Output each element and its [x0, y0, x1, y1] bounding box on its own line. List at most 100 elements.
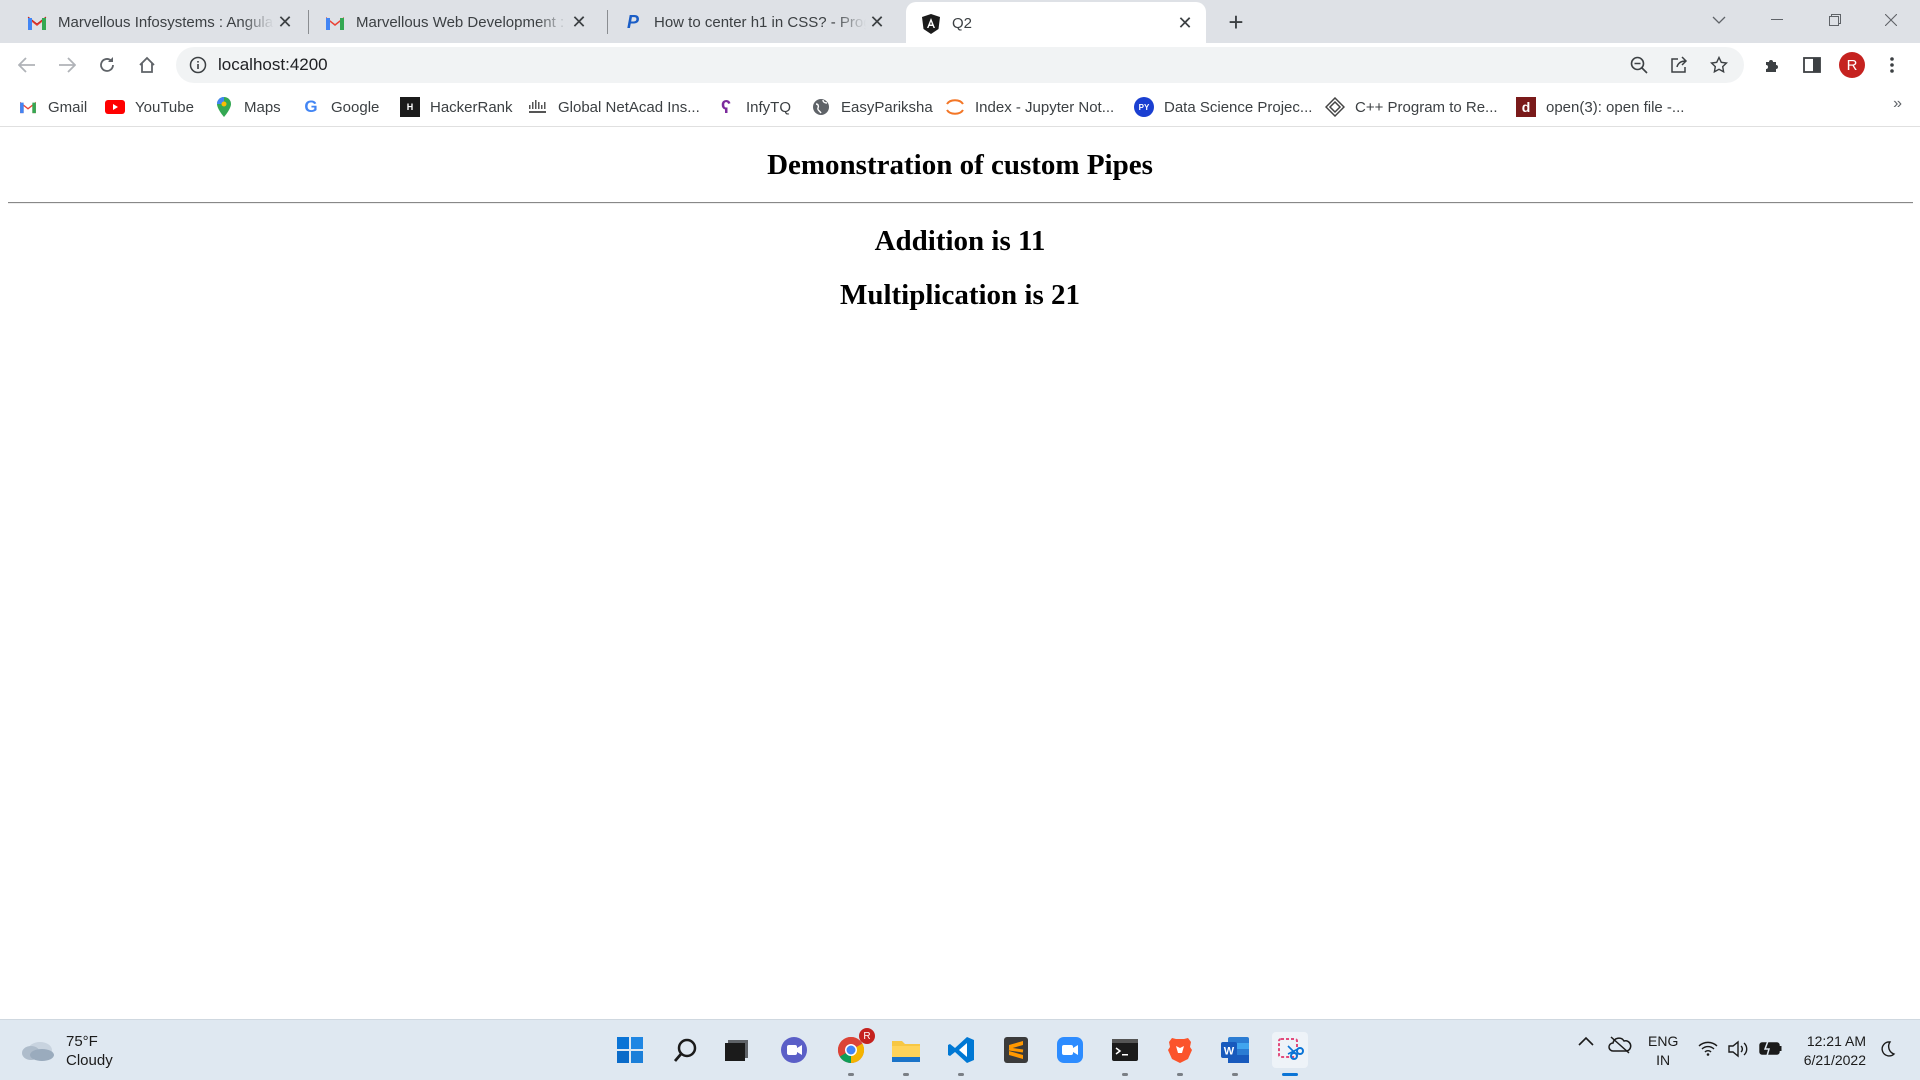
url-text[interactable]: localhost:4200 [218, 55, 328, 75]
side-panel-icon[interactable] [1796, 49, 1828, 81]
chrome-profile-badge: R [859, 1028, 875, 1044]
maps-icon [214, 97, 234, 117]
close-icon[interactable]: ✕ [1174, 13, 1196, 35]
brave-icon[interactable] [1162, 1032, 1198, 1076]
bookmark-jupyter[interactable]: Index - Jupyter Not... [945, 95, 1114, 119]
bookmark-easypariksha[interactable]: EasyPariksha [811, 95, 933, 119]
teams-chat-icon[interactable] [776, 1032, 812, 1068]
bookmark-label: Maps [244, 98, 281, 116]
bookmark-gmail[interactable]: Gmail [18, 95, 87, 119]
running-indicator [848, 1073, 854, 1076]
bookmark-hackerrank[interactable]: H HackerRank [400, 95, 513, 119]
bookmark-infytq[interactable]: ʕ InfyTQ [716, 95, 791, 119]
reload-button[interactable] [91, 49, 123, 81]
tab-center-h1[interactable]: P How to center h1 in CSS? - Progr ✕ [596, 2, 898, 43]
svg-text:W: W [1224, 1046, 1235, 1058]
bookmark-label: Gmail [48, 98, 88, 116]
back-button[interactable] [11, 49, 43, 81]
menu-icon[interactable] [1876, 49, 1908, 81]
weather-widget[interactable]: 75°F Cloudy [20, 1032, 113, 1070]
python-projects-icon: PY [1134, 97, 1154, 117]
close-icon[interactable]: ✕ [866, 12, 888, 34]
running-indicator [958, 1073, 964, 1076]
more-bookmarks-icon[interactable]: » [1893, 95, 1902, 113]
address-bar[interactable]: localhost:4200 [176, 47, 1744, 83]
volume-icon[interactable] [1728, 1040, 1750, 1058]
restore-button[interactable] [1806, 0, 1864, 40]
share-icon[interactable] [1668, 54, 1690, 76]
running-indicator [1122, 1073, 1128, 1076]
terminal-icon[interactable] [1107, 1032, 1143, 1076]
taskbar: 75°F Cloudy R W ENG IN 12:21 AM 6/21/202… [0, 1019, 1920, 1080]
extensions-icon[interactable] [1756, 49, 1788, 81]
file-explorer-icon[interactable] [888, 1032, 924, 1076]
bookmark-cpp-program[interactable]: C++ Program to Re... [1325, 95, 1498, 119]
new-tab-button[interactable]: + [1222, 7, 1250, 37]
avatar[interactable]: R [1839, 52, 1865, 78]
start-button[interactable] [612, 1032, 648, 1068]
browser-toolbar: localhost:4200 R [0, 43, 1920, 86]
running-indicator [1177, 1073, 1183, 1076]
bookmark-star-icon[interactable] [1708, 54, 1730, 76]
vscode-icon[interactable] [943, 1032, 979, 1076]
search-icon[interactable] [668, 1032, 704, 1068]
addition-result: Addition is 11 [874, 225, 1046, 257]
angular-icon [920, 13, 942, 35]
google-icon: G [304, 97, 318, 116]
clock-time: 12:21 AM [1806, 1033, 1866, 1049]
profile-avatar[interactable]: R [1836, 49, 1868, 81]
tab-q2[interactable]: Q2 ✕ [906, 2, 1206, 45]
bookmark-label: EasyPariksha [841, 98, 933, 116]
bookmark-label: C++ Program to Re... [1355, 98, 1498, 116]
minimize-button[interactable] [1748, 0, 1806, 40]
running-indicator [1282, 1073, 1298, 1076]
bookmark-netacad[interactable]: Global NetAcad Ins... [528, 95, 700, 119]
chrome-icon[interactable]: R [833, 1028, 875, 1076]
sublime-text-icon[interactable] [998, 1032, 1034, 1068]
zoom-app-icon[interactable] [1052, 1032, 1088, 1068]
tab-title: Q2 [952, 15, 973, 32]
info-icon[interactable] [187, 54, 209, 76]
close-icon[interactable]: ✕ [568, 12, 590, 34]
language-indicator[interactable]: ENG IN [1648, 1032, 1678, 1070]
tab-title: Marvellous Infosystems : Angular [58, 14, 274, 31]
close-window-button[interactable] [1862, 0, 1920, 40]
wifi-icon[interactable] [1698, 1040, 1718, 1056]
bookmark-label: Global NetAcad Ins... [558, 98, 700, 116]
onedrive-offline-icon[interactable] [1608, 1036, 1632, 1054]
page-content: Demonstration of custom Pipes Addition i… [0, 127, 1920, 1019]
bookmark-open-file[interactable]: d open(3): open file -... [1516, 95, 1684, 119]
tab-search-icon[interactable] [1690, 0, 1748, 40]
bookmark-google[interactable]: G Google [301, 95, 379, 119]
focus-assist-moon-icon[interactable] [1878, 1040, 1896, 1058]
jupyter-icon [945, 97, 965, 117]
bookmark-maps[interactable]: Maps [214, 95, 281, 119]
word-icon[interactable]: W [1217, 1032, 1253, 1076]
zoom-icon[interactable] [1628, 54, 1650, 76]
snipping-tool-icon[interactable] [1272, 1032, 1308, 1076]
hackerrank-icon: H [400, 97, 420, 117]
close-icon[interactable]: ✕ [274, 12, 296, 34]
bookmark-label: YouTube [135, 98, 194, 116]
bookmark-label: HackerRank [430, 98, 513, 116]
bookmark-youtube[interactable]: YouTube [105, 95, 194, 119]
youtube-icon [105, 97, 125, 117]
globe-icon [811, 97, 831, 117]
bookmark-data-science[interactable]: PY Data Science Projec... [1134, 95, 1312, 119]
task-view-icon[interactable] [719, 1032, 755, 1068]
multiplication-result: Multiplication is 21 [839, 279, 1081, 311]
battery-icon[interactable] [1759, 1040, 1783, 1056]
diamond-icon [1325, 97, 1345, 117]
tab-title: Marvellous Web Development : A [356, 14, 568, 31]
tab-marvellous-angular[interactable]: Marvellous Infosystems : Angular ✕ [0, 2, 306, 43]
home-button[interactable] [131, 49, 163, 81]
chevron-up-icon[interactable] [1578, 1036, 1594, 1046]
p-icon: P [626, 12, 639, 32]
forward-button[interactable] [51, 49, 83, 81]
clock[interactable]: 12:21 AM 6/21/2022 [1796, 1032, 1866, 1070]
tab-strip: Marvellous Infosystems : Angular ✕ Marve… [0, 0, 1920, 45]
bookmark-label: Data Science Projec... [1164, 98, 1313, 116]
tab-marvellous-web[interactable]: Marvellous Web Development : A ✕ [298, 2, 600, 43]
gmail-icon [324, 12, 346, 34]
region-code: IN [1656, 1052, 1671, 1068]
